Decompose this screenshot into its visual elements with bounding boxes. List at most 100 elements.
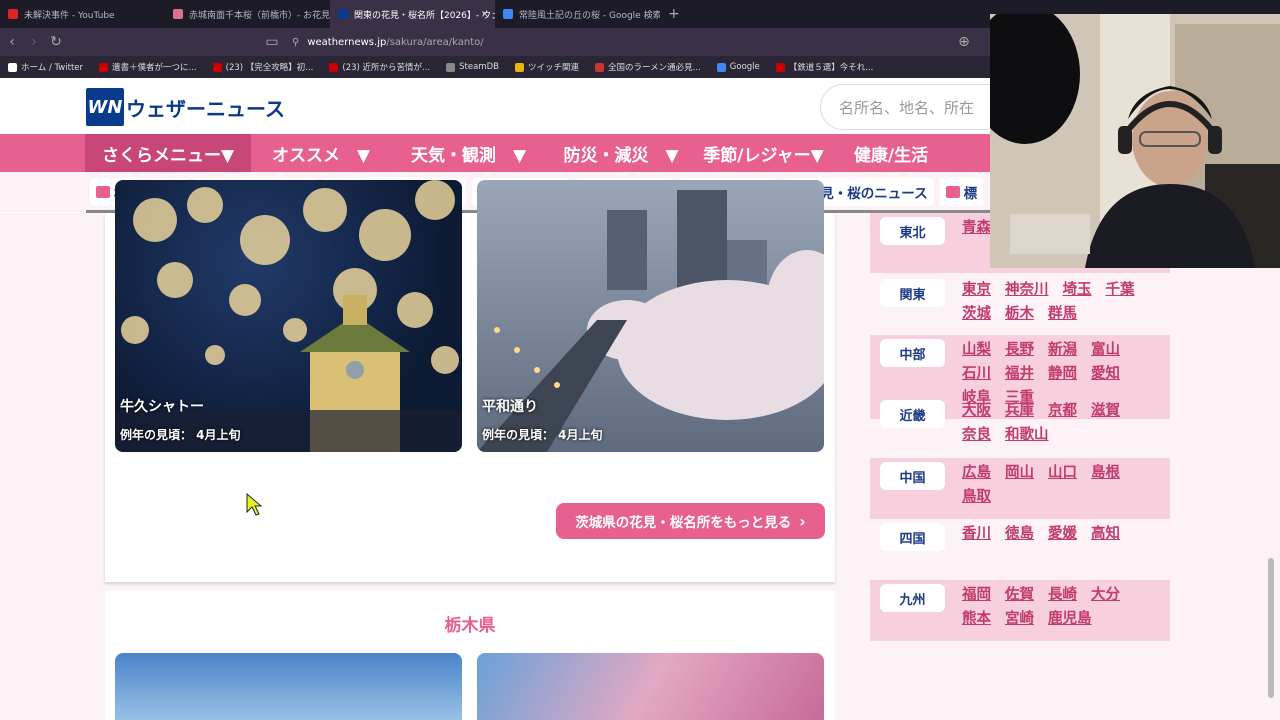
bookmark-item[interactable]: Google — [709, 62, 768, 72]
browser-tab[interactable]: 未解決事件 - YouTube — [0, 0, 165, 28]
prefecture-link[interactable]: 岡山 — [1005, 461, 1034, 485]
main-content: 牛久シャトー 例年の見頃： 4月上旬 平和通り 例年の見頃： 4月上旬 茨城県の… — [0, 180, 1280, 720]
url-field[interactable]: ⚲ weathernews.jp /sakura/area/kanto/ — [292, 32, 992, 52]
tochigi-photo-2[interactable] — [477, 653, 824, 720]
tochigi-photo-1[interactable] — [115, 653, 462, 720]
bookmark-item[interactable]: ツイッチ関連 — [507, 61, 587, 73]
region-label[interactable]: 四国 — [880, 523, 945, 551]
prefecture-link[interactable]: 山梨 — [962, 338, 991, 362]
prefecture-link[interactable]: 香川 — [962, 522, 991, 546]
region-label[interactable]: 近畿 — [880, 400, 945, 428]
tab-favicon-icon — [173, 9, 183, 19]
prefecture-link[interactable]: 京都 — [1048, 399, 1077, 423]
sub-nav-icon — [945, 186, 960, 198]
prefecture-link[interactable]: 鳥取 — [962, 485, 991, 509]
site-info-icon[interactable]: ⚲ — [292, 37, 299, 48]
url-path: /sakura/area/kanto/ — [386, 36, 484, 48]
bookmark-item[interactable]: 遺書＋僕者が一つに... — [91, 61, 205, 73]
main-nav-item[interactable]: 健康/生活 — [831, 134, 951, 172]
prefecture-link[interactable]: 大分 — [1091, 583, 1120, 607]
bookmark-icon[interactable]: ▭ — [262, 34, 282, 50]
bookmark-label: Google — [729, 62, 760, 72]
prefecture-link[interactable]: 山口 — [1048, 461, 1077, 485]
new-tab-button[interactable]: + — [660, 6, 688, 22]
prefecture-link[interactable]: 和歌山 — [1005, 423, 1049, 447]
region-label[interactable]: 中部 — [880, 339, 945, 367]
region-list: 東北青森山形福島関東東京神奈川埼玉千葉茨城栃木群馬中部山梨長野新潟富山石川福井静… — [870, 213, 1170, 720]
prefecture-link[interactable]: 滋賀 — [1091, 399, 1120, 423]
prefecture-link[interactable]: 栃木 — [1005, 302, 1034, 326]
prefecture-link[interactable]: 愛媛 — [1048, 522, 1077, 546]
page-scrollbar[interactable] — [1268, 558, 1274, 698]
region-label[interactable]: 東北 — [880, 217, 945, 245]
main-nav-item[interactable]: 天気・観測 ▼ — [391, 134, 546, 172]
sub-nav-item[interactable]: 標 — [939, 178, 984, 206]
bookmark-item[interactable]: SteamDB — [438, 62, 507, 72]
more-ibaraki-button[interactable]: 茨城県の花見・桜名所をもっと見る › — [556, 503, 825, 539]
bookmark-item[interactable]: (23) 近所から苦情が... — [321, 61, 438, 73]
bookmark-favicon-icon — [446, 62, 456, 72]
prefecture-link[interactable]: 大阪 — [962, 399, 991, 423]
bookmark-item[interactable]: 全国のラーメン通必見... — [587, 61, 709, 73]
bookmark-item[interactable]: (23) 【完全攻略】初... — [205, 61, 322, 73]
bookmark-label: 【鉄道５選】今それ... — [788, 63, 874, 73]
bookmark-label: ツイッチ関連 — [527, 63, 579, 73]
prefecture-link[interactable]: 佐賀 — [1005, 583, 1034, 607]
bookmark-favicon-icon — [212, 62, 222, 72]
chevron-right-icon: › — [799, 511, 806, 531]
zoom-icon[interactable]: ⊕ — [954, 34, 974, 50]
prefecture-link[interactable]: 兵庫 — [1005, 399, 1034, 423]
main-nav-item[interactable]: さくらメニュー▼ — [85, 134, 251, 172]
prefecture-link[interactable]: 福岡 — [962, 583, 991, 607]
prefecture-link[interactable]: 群馬 — [1048, 302, 1077, 326]
region-label[interactable]: 九州 — [880, 584, 945, 612]
spot-card-2[interactable]: 平和通り 例年の見頃： 4月上旬 — [477, 180, 824, 452]
prefecture-link[interactable]: 奈良 — [962, 423, 991, 447]
reload-icon[interactable]: ↻ — [46, 34, 66, 50]
prefecture-link[interactable]: 静岡 — [1048, 362, 1077, 386]
prefecture-link[interactable]: 高知 — [1091, 522, 1120, 546]
bookmark-item[interactable]: 【鉄道５選】今それ... — [768, 61, 882, 73]
prefecture-link[interactable]: 神奈川 — [1005, 278, 1049, 302]
tab-favicon-icon — [8, 9, 18, 19]
main-nav-item[interactable]: 防災・減災 ▼ — [546, 134, 696, 172]
prefecture-link[interactable]: 茨城 — [962, 302, 991, 326]
spot-card-1[interactable]: 牛久シャトー 例年の見頃： 4月上旬 — [115, 180, 462, 452]
close-tab-icon[interactable]: × — [481, 9, 489, 20]
prefecture-link[interactable]: 東京 — [962, 278, 991, 302]
bookmark-label: 遺書＋僕者が一つに... — [112, 63, 197, 73]
bookmark-label: (23) 【完全攻略】初... — [225, 63, 314, 73]
main-nav-item[interactable]: オススメ ▼ — [251, 134, 391, 172]
prefecture-link[interactable]: 富山 — [1091, 338, 1120, 362]
bookmark-favicon-icon — [514, 62, 524, 72]
prefecture-link[interactable]: 埼玉 — [1063, 278, 1092, 302]
region-row: 近畿 大阪 兵庫 京都 滋賀奈良 和歌山 — [870, 396, 1170, 457]
prefecture-link[interactable]: 石川 — [962, 362, 991, 386]
bookmark-item[interactable]: ホーム / Twitter — [0, 61, 91, 73]
prefecture-link[interactable]: 宮崎 — [1005, 607, 1034, 631]
prefecture-link[interactable]: 新潟 — [1048, 338, 1077, 362]
forward-icon[interactable]: › — [24, 34, 44, 50]
prefecture-link[interactable]: 長崎 — [1048, 583, 1077, 607]
bookmark-label: 全国のラーメン通必見... — [608, 63, 701, 73]
prefecture-link[interactable]: 広島 — [962, 461, 991, 485]
prefecture-link[interactable]: 徳島 — [1005, 522, 1034, 546]
browser-tab[interactable]: 赤城南面千本桜（前橋市）- お花見 — [165, 0, 330, 28]
prefecture-link[interactable]: 千葉 — [1106, 278, 1135, 302]
browser-tab[interactable]: 関東の花見・桜名所【2026】- ウェザ × — [330, 0, 495, 28]
spot-season-1: 例年の見頃： 4月上旬 — [120, 428, 241, 442]
prefecture-link[interactable]: 福井 — [1005, 362, 1034, 386]
prefecture-link[interactable]: 長野 — [1005, 338, 1034, 362]
browser-tab[interactable]: 常陸風土記の丘の桜 - Google 検索 — [495, 0, 660, 28]
main-nav-item[interactable]: 季節/レジャー▼ — [696, 134, 831, 172]
region-label[interactable]: 中国 — [880, 462, 945, 490]
bookmark-favicon-icon — [775, 62, 785, 72]
prefecture-link[interactable]: 熊本 — [962, 607, 991, 631]
back-icon[interactable]: ‹ — [2, 34, 22, 50]
prefecture-link[interactable]: 愛知 — [1091, 362, 1120, 386]
prefecture-link[interactable]: 島根 — [1091, 461, 1120, 485]
region-label[interactable]: 関東 — [880, 279, 945, 307]
prefecture-link[interactable]: 青森 — [962, 216, 991, 240]
prefecture-link[interactable]: 鹿児島 — [1048, 607, 1092, 631]
weathernews-logo[interactable]: WN ウェザーニュース — [86, 88, 285, 126]
